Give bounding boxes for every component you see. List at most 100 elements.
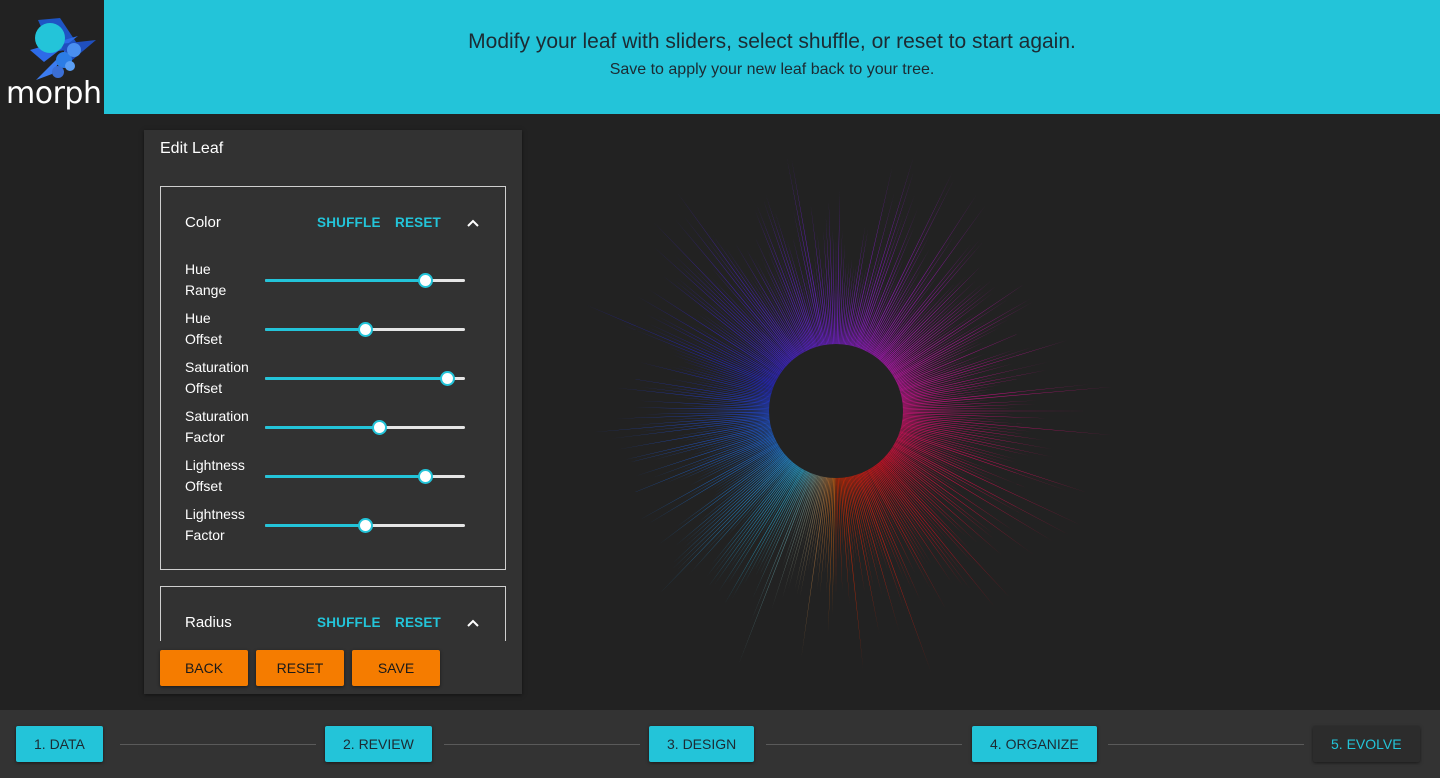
leaf-spike xyxy=(873,450,970,550)
reset-button[interactable]: RESET xyxy=(256,650,344,686)
saturation-factor-slider: Saturation Factor xyxy=(185,406,475,452)
instruction-subtitle: Save to apply your new leaf back to your… xyxy=(609,61,935,78)
step-connector xyxy=(120,744,316,745)
color-reset-button[interactable]: RESET xyxy=(395,215,441,230)
leaf-spike xyxy=(858,276,899,362)
slider-track[interactable] xyxy=(265,273,465,288)
slider-fill xyxy=(265,426,379,429)
leaf-spike xyxy=(870,240,980,370)
leaf-spike xyxy=(884,318,1010,386)
hue-offset-slider: Hue Offset xyxy=(185,308,475,354)
leaf-spike xyxy=(882,319,988,384)
leaf-spike xyxy=(756,204,817,360)
slider-fill xyxy=(265,475,425,478)
leaf-spike xyxy=(704,236,804,368)
leaf-spike xyxy=(683,446,795,544)
slider-label: Lightness xyxy=(185,457,245,473)
leaf-spike xyxy=(889,361,1051,400)
leaf-spike xyxy=(708,455,805,587)
edit-leaf-panel: Edit Leaf Color SHUFFLE RESET Hue Range H… xyxy=(144,130,522,694)
leaf-spike xyxy=(851,157,914,359)
leaf-spike xyxy=(677,192,805,367)
slider-thumb[interactable] xyxy=(440,371,455,386)
chevron-up-icon[interactable] xyxy=(465,215,481,231)
slider-thumb[interactable] xyxy=(418,469,433,484)
leaf-spike xyxy=(664,410,781,412)
leaf-spike xyxy=(664,432,786,484)
leaf-spike xyxy=(659,450,799,594)
slider-thumb[interactable] xyxy=(358,518,373,533)
leaf-spike xyxy=(863,457,929,565)
slider-label: Saturation xyxy=(185,408,249,424)
step-connector xyxy=(1108,744,1304,745)
hue-range-slider: Hue Range xyxy=(185,259,475,305)
slider-fill xyxy=(265,524,365,527)
leaf-spike xyxy=(683,216,803,368)
slider-thumb[interactable] xyxy=(358,322,373,337)
leaf-spike xyxy=(877,280,993,377)
logo-text: morph xyxy=(6,76,102,111)
leaf-spike xyxy=(638,296,789,384)
leaf-spike xyxy=(836,190,840,356)
slider-label: Hue xyxy=(185,261,211,277)
step-design[interactable]: 3. DESIGN xyxy=(649,726,755,762)
leaf-spike xyxy=(873,276,967,372)
slider-track[interactable] xyxy=(265,322,465,337)
slider-track[interactable] xyxy=(265,371,465,386)
leaf-spike xyxy=(662,275,793,378)
color-shuffle-button[interactable]: SHUFFLE xyxy=(317,215,381,230)
panel-title: Edit Leaf xyxy=(160,140,224,157)
workflow-stepper: 1. DATA 2. REVIEW 3. DESIGN 4. ORGANIZE … xyxy=(0,710,1440,778)
slider-track[interactable] xyxy=(265,420,465,435)
leaf-spike xyxy=(786,157,826,358)
leaf-spike xyxy=(675,220,802,370)
slider-label: Saturation xyxy=(185,359,249,375)
leaf-spike xyxy=(726,452,801,537)
leaf-spike xyxy=(754,208,816,361)
slider-label: Range xyxy=(185,282,227,298)
leaf-spike xyxy=(738,462,817,665)
slider-label: Offset xyxy=(185,478,223,494)
slider-track[interactable] xyxy=(265,518,465,533)
color-section-title: Color xyxy=(185,214,221,231)
leaf-spike xyxy=(732,458,810,599)
chevron-up-icon[interactable] xyxy=(465,615,481,631)
color-section: Color SHUFFLE RESET Hue Range Hue Offset S… xyxy=(160,186,506,570)
panel-scroll-area[interactable]: Color SHUFFLE RESET Hue Range Hue Offset S… xyxy=(160,186,506,641)
top-banner: morph Modify your leaf with sliders, sel… xyxy=(0,0,1440,114)
radius-shuffle-button[interactable]: SHUFFLE xyxy=(317,615,381,630)
leaf-spike xyxy=(888,340,1068,396)
instruction-title: Modify your leaf with sliders, select sh… xyxy=(468,30,1076,53)
slider-fill xyxy=(265,328,365,331)
slider-label: Factor xyxy=(185,429,225,445)
leaf-spike xyxy=(586,304,786,390)
radius-reset-button[interactable]: RESET xyxy=(395,615,441,630)
slider-label: Factor xyxy=(185,527,225,543)
step-organize[interactable]: 4. ORGANIZE xyxy=(972,726,1097,762)
leaf-spike xyxy=(699,433,787,475)
leaf-spike xyxy=(711,317,793,379)
leaf-spike xyxy=(631,414,782,426)
lightness-offset-slider: Lightness Offset xyxy=(185,455,475,501)
slider-fill xyxy=(265,377,447,380)
leaf-spike xyxy=(871,242,983,370)
leaf-spike xyxy=(656,315,788,386)
step-evolve[interactable]: 5. EVOLVE xyxy=(1313,726,1420,762)
leaf-spike xyxy=(890,384,1091,406)
step-review[interactable]: 2. REVIEW xyxy=(325,726,432,762)
slider-fill xyxy=(265,279,425,282)
leaf-spike xyxy=(850,463,899,631)
slider-label: Offset xyxy=(185,331,223,347)
leaf-spike xyxy=(884,327,1001,387)
leaf-center xyxy=(769,344,903,478)
back-button[interactable]: BACK xyxy=(160,650,248,686)
leaf-spike xyxy=(835,466,837,596)
slider-thumb[interactable] xyxy=(372,420,387,435)
morph-logo[interactable]: morph xyxy=(0,0,104,114)
step-data[interactable]: 1. DATA xyxy=(16,726,103,762)
slider-thumb[interactable] xyxy=(418,273,433,288)
radius-section-title: Radius xyxy=(185,614,232,631)
slider-track[interactable] xyxy=(265,469,465,484)
leaf-spike xyxy=(874,264,983,373)
save-button[interactable]: SAVE xyxy=(352,650,440,686)
